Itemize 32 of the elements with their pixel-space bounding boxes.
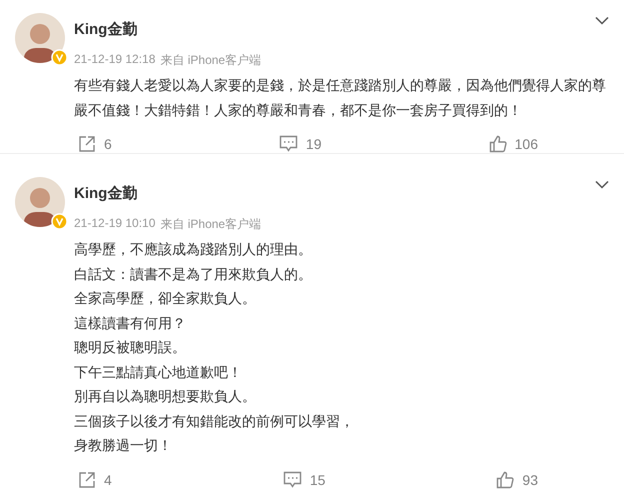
post-text: 下午三點請真心地道歉吧！ — [74, 362, 243, 382]
thumbs-up-icon — [496, 470, 514, 488]
share-icon — [78, 470, 96, 488]
avatar[interactable] — [15, 13, 65, 63]
post-text: 高學歷，不應該成為踐踏別人的理由。 — [74, 240, 313, 259]
post-text: 身教勝過一切！ — [74, 436, 173, 455]
comment-icon — [278, 135, 298, 153]
chevron-down-icon[interactable] — [595, 16, 609, 25]
post-source: 来自 iPhone客户端 — [160, 52, 262, 69]
comment-button[interactable]: 19 — [278, 135, 322, 153]
avatar[interactable] — [15, 177, 65, 227]
comment-button[interactable]: 15 — [282, 470, 326, 488]
comment-icon — [282, 470, 302, 488]
post-text: 別再自以為聰明想要欺負人。 — [74, 387, 257, 406]
repost-button[interactable]: 6 — [78, 135, 112, 153]
like-button[interactable]: 106 — [488, 135, 538, 153]
author-name[interactable]: King金勤 — [74, 184, 586, 203]
repost-button[interactable]: 4 — [78, 470, 112, 488]
post-time[interactable]: 21-12-19 10:10 — [74, 216, 156, 233]
author-name[interactable]: King金勤 — [74, 20, 586, 39]
thumbs-up-icon — [488, 135, 507, 153]
post-text: 這樣讀書有何用？ — [74, 314, 187, 332]
post-text: 三個孩子以後才有知錯能改的前例可以學習， — [74, 412, 355, 430]
post-text: 有些有錢人老愛以為人家要的是錢，於是任意踐踏別人的尊嚴，因為他們覺得人家的尊嚴不值錢！大錯特錯！人家的尊嚴和青春，都不是你一套房子買得到的！ — [74, 76, 607, 120]
post-source: 来自 iPhone客户端 — [160, 216, 262, 233]
post-text: 全家高學歷，卻全家欺負人。 — [74, 289, 257, 308]
chevron-down-icon[interactable] — [595, 180, 609, 189]
post-text: 聰明反被聰明誤。 — [74, 338, 187, 357]
post-text: 白話文：讀書不是為了用來欺負人的。 — [74, 264, 313, 284]
post-time[interactable]: 21-12-19 12:18 — [74, 52, 156, 69]
share-icon — [78, 135, 96, 153]
like-button[interactable]: 93 — [496, 470, 538, 488]
